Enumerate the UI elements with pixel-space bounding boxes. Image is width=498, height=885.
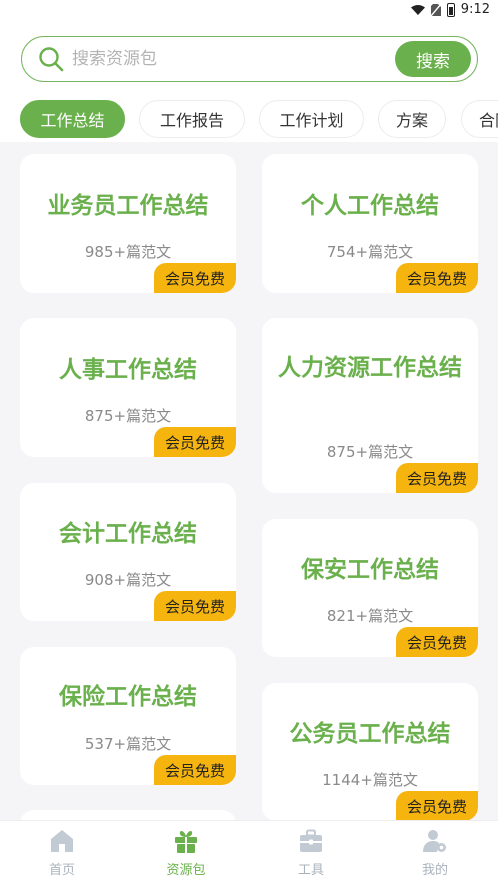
member-free-badge: 会员免费	[154, 755, 236, 785]
search-bar: 搜索	[21, 36, 478, 82]
card-count: 908+篇范文	[84, 571, 172, 589]
tab-label: 工作总结	[40, 111, 105, 130]
card-count: 754+篇范文	[326, 243, 414, 261]
tab-contract[interactable]: 合同	[461, 100, 498, 138]
bottom-navigation: 首页 资源包 工具 我的	[0, 820, 498, 885]
member-free-badge: 会员免费	[396, 627, 478, 657]
resource-card[interactable]: 公务员工作总结 1144+篇范文 会员免费	[262, 683, 478, 821]
card-title: 公务员工作总结	[289, 721, 451, 747]
card-title: 个人工作总结	[301, 193, 439, 219]
search-button[interactable]: 搜索	[395, 41, 471, 77]
category-tabs: 工作总结 工作报告 工作计划 方案 合同	[20, 100, 498, 138]
card-count: 875+篇范文	[326, 443, 414, 461]
card-title: 保险工作总结	[59, 684, 197, 710]
status-time: 9:12	[460, 2, 490, 17]
nav-label: 工具	[297, 863, 324, 878]
tab-label: 合同	[479, 111, 498, 130]
tab-work-summary[interactable]: 工作总结	[20, 100, 125, 138]
tab-plan[interactable]: 方案	[378, 100, 446, 138]
tab-label: 工作报告	[159, 111, 224, 130]
search-input[interactable]	[72, 45, 402, 73]
resource-card[interactable]: 个人工作总结 754+篇范文 会员免费	[262, 154, 478, 293]
card-title: 人事工作总结	[59, 357, 197, 383]
tab-work-report[interactable]: 工作报告	[139, 100, 245, 138]
search-icon	[39, 47, 64, 72]
card-count: 875+篇范文	[84, 407, 172, 425]
no-sim-icon	[430, 3, 441, 16]
tab-label: 工作计划	[279, 111, 344, 130]
tab-label: 方案	[395, 111, 428, 130]
member-free-badge: 会员免费	[396, 463, 478, 493]
card-title: 会计工作总结	[59, 521, 197, 547]
resource-card[interactable]: 人事工作总结 875+篇范文 会员免费	[20, 318, 236, 457]
battery-icon	[446, 2, 455, 17]
tab-work-plan[interactable]: 工作计划	[259, 100, 364, 138]
card-count: 821+篇范文	[326, 607, 414, 625]
home-icon	[51, 830, 73, 852]
member-free-badge: 会员免费	[396, 263, 478, 293]
card-title: 人力资源工作总结	[278, 355, 462, 381]
nav-home[interactable]: 首页	[0, 821, 124, 885]
card-count: 537+篇范文	[84, 735, 172, 753]
member-free-badge: 会员免费	[154, 263, 236, 293]
resource-card[interactable]: 会计工作总结 908+篇范文 会员免费	[20, 483, 236, 621]
nav-mine[interactable]: 我的	[373, 821, 497, 885]
gift-icon	[175, 831, 197, 853]
resource-card[interactable]: 业务员工作总结 985+篇范文 会员免费	[20, 154, 236, 293]
status-icons: 9:12	[410, 2, 490, 17]
card-count: 1144+篇范文	[322, 771, 418, 789]
user-settings-icon	[423, 830, 446, 852]
member-free-badge: 会员免费	[154, 427, 236, 457]
nav-label: 资源包	[166, 863, 206, 878]
toolbox-icon	[300, 829, 322, 852]
nav-tools[interactable]: 工具	[249, 821, 373, 885]
status-bar: 9:12	[0, 0, 498, 24]
card-title: 业务员工作总结	[47, 193, 209, 219]
card-title: 保安工作总结	[301, 557, 439, 583]
nav-resource-pack[interactable]: 资源包	[124, 821, 248, 885]
nav-label: 我的	[421, 863, 448, 878]
member-free-badge: 会员免费	[396, 791, 478, 821]
resource-card[interactable]: 保险工作总结 537+篇范文 会员免费	[20, 647, 236, 785]
nav-label: 首页	[48, 863, 75, 878]
card-count: 985+篇范文	[84, 243, 172, 261]
wifi-icon	[410, 4, 425, 15]
member-free-badge: 会员免费	[154, 591, 236, 621]
top-area: 9:12 搜索 工作总结 工作报告 工作计划 方案 合同	[0, 0, 498, 142]
resource-card[interactable]: 保安工作总结 821+篇范文 会员免费	[262, 519, 478, 657]
resource-card[interactable]: 人力资源工作总结 875+篇范文 会员免费	[262, 318, 478, 493]
